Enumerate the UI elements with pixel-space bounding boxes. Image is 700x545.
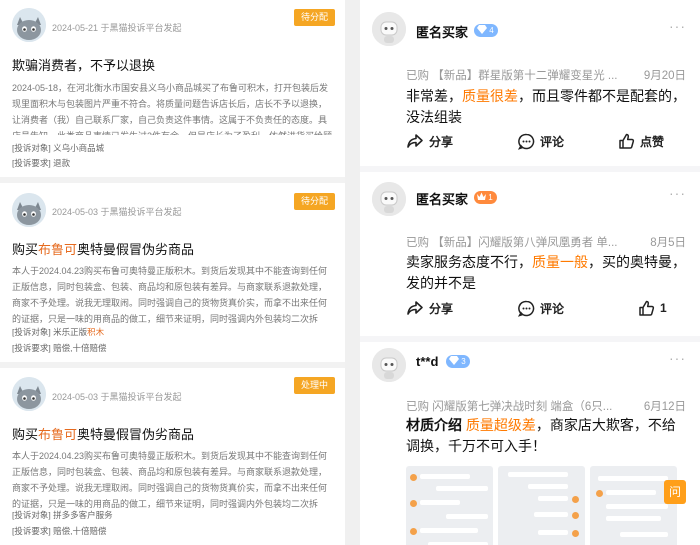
- review-list: 匿名买家 4 ··· 已购 【新品】群星版第十二弹耀变星光 ... 9月20日 …: [360, 0, 700, 545]
- complaint-demand: [投诉要求] 赔偿,十倍赔偿: [12, 343, 107, 353]
- complaint-list: 2024-05-21 于黑猫投诉平台发起 待分配 欺骗消费者，不予以退换 202…: [0, 0, 345, 545]
- more-dots-icon[interactable]: ···: [669, 18, 686, 34]
- comment-button[interactable]: 评论: [518, 298, 564, 318]
- review-actions: 分享 评论 点赞: [406, 131, 686, 151]
- cat-avatar-icon: [12, 193, 46, 227]
- complaint-date-source: 2024-05-03 于黑猫投诉平台发起: [52, 207, 182, 217]
- complaint-object: [投诉对象] 米乐正版积木: [12, 327, 105, 337]
- review-date: 9月20日: [639, 67, 686, 83]
- complaint-demand: [投诉要求] 赔偿,十倍赔偿: [12, 526, 107, 536]
- more-dots-icon[interactable]: ···: [669, 350, 686, 366]
- complaint-demand: [投诉要求] 退款: [12, 158, 71, 168]
- thumb-up-icon: [619, 133, 635, 149]
- crown-icon: [477, 192, 486, 200]
- purchased-product[interactable]: 已购 【新品】闪耀版第八弹凤凰勇者 单... 8月5日: [406, 234, 686, 250]
- share-icon: [407, 301, 423, 315]
- level-badge: 4: [474, 24, 498, 37]
- review-card[interactable]: t**d 3 ··· 已购 闪耀版第七弹决战时刻 端盒（6只... 6月12日 …: [360, 342, 700, 545]
- review-image[interactable]: [498, 466, 585, 545]
- review-date: 8月5日: [646, 234, 686, 250]
- complaint-card[interactable]: 2024-05-03 于黑猫投诉平台发起 处理中 购买布鲁可奥特曼假冒伪劣商品 …: [0, 368, 345, 545]
- review-text: 非常差，质量很差，而且零件都不是配套的，没法组装: [406, 88, 686, 125]
- status-badge: 待分配: [293, 9, 335, 26]
- purchased-product[interactable]: 已购 闪耀版第七弹决战时刻 端盒（6只... 6月12日: [406, 398, 686, 414]
- cat-avatar-icon: [12, 8, 46, 42]
- share-button[interactable]: 分享: [406, 298, 453, 318]
- review-date: 6月12日: [639, 398, 686, 414]
- robot-avatar-icon[interactable]: [372, 182, 406, 216]
- ask-button[interactable]: 问: [664, 480, 686, 504]
- like-button[interactable]: 点赞: [618, 131, 664, 151]
- diamond-icon: [449, 356, 459, 365]
- complaint-date-source: 2024-05-03 于黑猫投诉平台发起: [52, 392, 182, 402]
- complaint-body: 2024-05-18，在河北衡水市国安县义乌小商品城买了布鲁可积木，打开包装后发…: [12, 83, 332, 135]
- review-text: 材质介绍 质量超级差，商家店大欺客，不给调换，千万不可入手！: [406, 417, 676, 454]
- thumb-up-icon: [639, 300, 655, 316]
- complaint-card[interactable]: 2024-05-21 于黑猫投诉平台发起 待分配 欺骗消费者，不予以退换 202…: [0, 0, 345, 180]
- panel-gap: [345, 0, 360, 545]
- review-card[interactable]: 匿名买家 4 ··· 已购 【新品】群星版第十二弹耀变星光 ... 9月20日 …: [360, 0, 700, 166]
- reviewer-name[interactable]: t**d: [416, 354, 438, 369]
- robot-avatar-icon[interactable]: [372, 348, 406, 382]
- complaint-body: 本人于2024.04.23购买布鲁可奥特曼正版积木。到货后发现其中不能查询到任何…: [12, 451, 328, 509]
- like-button[interactable]: 1: [638, 298, 667, 318]
- status-badge: 待分配: [293, 193, 335, 210]
- complaint-object: [投诉对象] 拼多多客户服务: [12, 510, 113, 520]
- comment-button[interactable]: 评论: [518, 131, 564, 151]
- reviewer-name[interactable]: 匿名买家: [416, 189, 468, 208]
- complaint-title[interactable]: 欺骗消费者，不予以退换: [12, 55, 333, 74]
- share-icon: [407, 134, 423, 148]
- purchased-product[interactable]: 已购 【新品】群星版第十二弹耀变星光 ... 9月20日: [406, 67, 686, 83]
- level-badge: 3: [446, 355, 470, 368]
- reviewer-name[interactable]: 匿名买家: [416, 22, 468, 41]
- robot-avatar-icon[interactable]: [372, 12, 406, 46]
- complaint-date-source: 2024-05-21 于黑猫投诉平台发起: [52, 23, 182, 33]
- complaint-title[interactable]: 购买布鲁可奥特曼假冒伪劣商品: [12, 239, 333, 258]
- diamond-icon: [477, 25, 487, 34]
- complaint-object: [投诉对象] 义乌小商品城: [12, 143, 105, 153]
- complaint-title[interactable]: 购买布鲁可奥特曼假冒伪劣商品: [12, 424, 333, 443]
- review-image[interactable]: [590, 466, 677, 545]
- comment-icon: [518, 300, 535, 317]
- review-image[interactable]: [406, 466, 493, 545]
- complaint-card[interactable]: 2024-05-03 于黑猫投诉平台发起 待分配 购买布鲁可奥特曼假冒伪劣商品 …: [0, 183, 345, 368]
- more-dots-icon[interactable]: ···: [669, 185, 686, 201]
- share-button[interactable]: 分享: [406, 131, 453, 151]
- cat-avatar-icon: [12, 377, 46, 411]
- complaint-body: 本人于2024.04.23购买布鲁可奥特曼正版积木。到货后发现其中不能查询到任何…: [12, 266, 328, 324]
- status-badge: 处理中: [293, 377, 335, 394]
- review-images: [406, 466, 690, 545]
- review-card[interactable]: 匿名买家 1 ··· 已购 【新品】闪耀版第八弹凤凰勇者 单... 8月5日 卖…: [360, 172, 700, 336]
- review-text: 卖家服务态度不行，质量一般，买的奥特曼，发的并不是: [406, 254, 686, 291]
- comment-icon: [518, 133, 535, 150]
- level-badge: 1: [474, 191, 497, 204]
- review-actions: 分享 评论 1: [406, 298, 686, 318]
